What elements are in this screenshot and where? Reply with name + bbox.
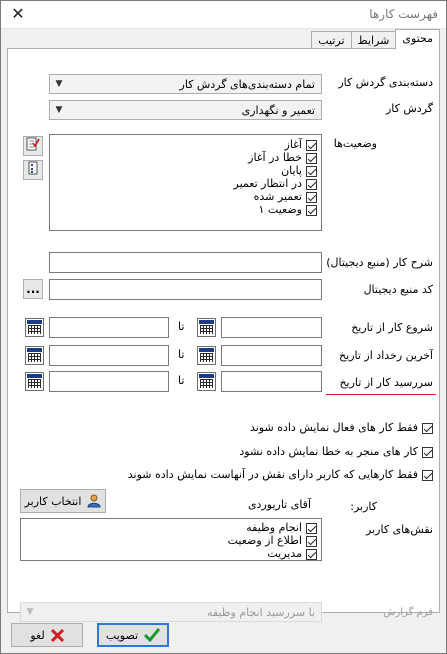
role-item[interactable]: اطلاع از وضعیت	[228, 534, 317, 547]
active-only-option[interactable]: فقط کار های فعال نمایش داده شوند	[250, 421, 433, 434]
chevron-down-icon: ▼	[55, 105, 63, 115]
checkbox-checked-icon[interactable]	[306, 139, 317, 151]
description-input[interactable]	[49, 252, 322, 273]
statuses-label: وضعیت‌ها	[333, 137, 377, 150]
highlight-underline	[326, 394, 436, 395]
calendar-icon[interactable]	[25, 372, 44, 391]
dialog-window: ✕ فهرست کارها محتوی شرایط ترتیب دسته‌بند…	[0, 0, 447, 654]
user-label: کاربر:	[350, 500, 377, 513]
hide-error-option[interactable]: کار های منجر به خطا نمایش داده نشود	[239, 445, 433, 458]
due-date-to-input[interactable]	[49, 371, 169, 392]
last-event-to-input[interactable]	[49, 345, 169, 366]
select-user-button[interactable]: انتخاب کاربر	[20, 489, 106, 513]
checkbox-checked-icon[interactable]	[306, 535, 317, 547]
calendar-icon[interactable]	[197, 372, 216, 391]
calendar-icon[interactable]	[197, 346, 216, 365]
report-form-select[interactable]: ▼ با سررسید انجام وظیفه	[20, 602, 322, 622]
checkbox-checked-icon[interactable]	[306, 204, 317, 216]
chevron-down-icon: ▼	[55, 79, 63, 89]
checkbox-checked-icon[interactable]	[422, 446, 433, 458]
checkmark-icon	[144, 628, 161, 642]
start-date-from-input[interactable]	[221, 317, 322, 338]
select-all-button[interactable]	[23, 136, 43, 156]
check-list-icon	[26, 137, 40, 151]
roles-list[interactable]: انجام وظیفه اطلاع از وضعیت مدیریت	[20, 518, 322, 561]
category-select[interactable]: ▼ تمام دسته‌بندی‌های گردش کار	[49, 74, 322, 94]
description-label: شرح کار (منبع دیجیتال)	[326, 256, 433, 269]
status-item[interactable]: تعمیر شده	[254, 190, 317, 203]
tab-content[interactable]: محتوی	[395, 29, 440, 50]
checkbox-checked-icon[interactable]	[306, 191, 317, 203]
status-item[interactable]: آغاز	[285, 138, 317, 151]
due-date-label: سررسید کار از تاریخ	[339, 376, 433, 389]
to-label: تا	[178, 348, 185, 361]
due-date-from-input[interactable]	[221, 371, 322, 392]
code-input[interactable]	[49, 279, 322, 300]
tab-strip: محتوی شرایط ترتیب	[311, 29, 440, 50]
browse-button[interactable]: ...	[23, 279, 43, 299]
checkbox-checked-icon[interactable]	[422, 422, 433, 434]
status-item[interactable]: وضعیت ۱	[259, 203, 317, 216]
status-item[interactable]: در انتظار تعمیر	[234, 177, 317, 190]
to-label: تا	[178, 320, 185, 333]
workflow-select[interactable]: ▼ تعمیر و نگهداری	[49, 100, 322, 120]
calendar-icon[interactable]	[25, 346, 44, 365]
chevron-down-icon: ▼	[26, 607, 34, 617]
roles-label: نقش‌های کاربر	[366, 523, 433, 536]
window-title: فهرست کارها	[369, 7, 438, 21]
checkbox-checked-icon[interactable]	[306, 548, 317, 560]
cancel-x-icon	[50, 628, 64, 642]
workflow-label: گردش کار	[385, 102, 433, 115]
checkbox-checked-icon[interactable]	[306, 178, 317, 190]
list-icon	[28, 161, 38, 175]
report-form-value: با سررسید انجام وظیفه	[206, 606, 315, 619]
start-date-to-input[interactable]	[49, 317, 169, 338]
status-item[interactable]: خطا در آغاز	[248, 151, 317, 164]
checkbox-checked-icon[interactable]	[306, 522, 317, 534]
status-item[interactable]: پایان	[281, 164, 317, 177]
checkbox-checked-icon[interactable]	[306, 165, 317, 177]
cancel-button[interactable]: لغو	[11, 623, 83, 647]
last-event-date-label: آخرین رخداد از تاریخ	[339, 349, 433, 362]
close-icon[interactable]: ✕	[7, 3, 29, 25]
last-event-from-input[interactable]	[221, 345, 322, 366]
category-value: تمام دسته‌بندی‌های گردش کار	[179, 78, 315, 91]
calendar-icon[interactable]	[25, 318, 44, 337]
report-form-label: فرم گزارش	[383, 607, 433, 618]
role-item[interactable]: انجام وظیفه	[246, 521, 317, 534]
statuses-list[interactable]: آغاز خطا در آغاز پایان در انتظار تعمیر ت…	[49, 134, 322, 231]
deselect-all-button[interactable]	[23, 160, 43, 180]
workflow-value: تعمیر و نگهداری	[241, 104, 315, 117]
calendar-icon[interactable]	[197, 318, 216, 337]
checkbox-checked-icon[interactable]	[422, 469, 433, 481]
title-bar: ✕ فهرست کارها	[1, 1, 446, 29]
start-date-label: شروع کار از تاریخ	[351, 321, 433, 334]
category-label: دسته‌بندی گردش کار	[338, 76, 433, 89]
code-label: کد منبع دیجیتال	[363, 283, 433, 296]
ok-button[interactable]: تصویب	[97, 623, 169, 647]
content-panel: دسته‌بندی گردش کار ▼ تمام دسته‌بندی‌های …	[7, 48, 440, 622]
to-label: تا	[178, 374, 185, 387]
checkbox-checked-icon[interactable]	[306, 152, 317, 164]
user-role-option[interactable]: فقط کارهایی که کاربر دارای نقش در آنهاست…	[128, 468, 433, 481]
user-icon	[87, 494, 101, 508]
role-item[interactable]: مدیریت	[267, 547, 317, 560]
user-value: آقای تاریوردی	[247, 498, 311, 511]
